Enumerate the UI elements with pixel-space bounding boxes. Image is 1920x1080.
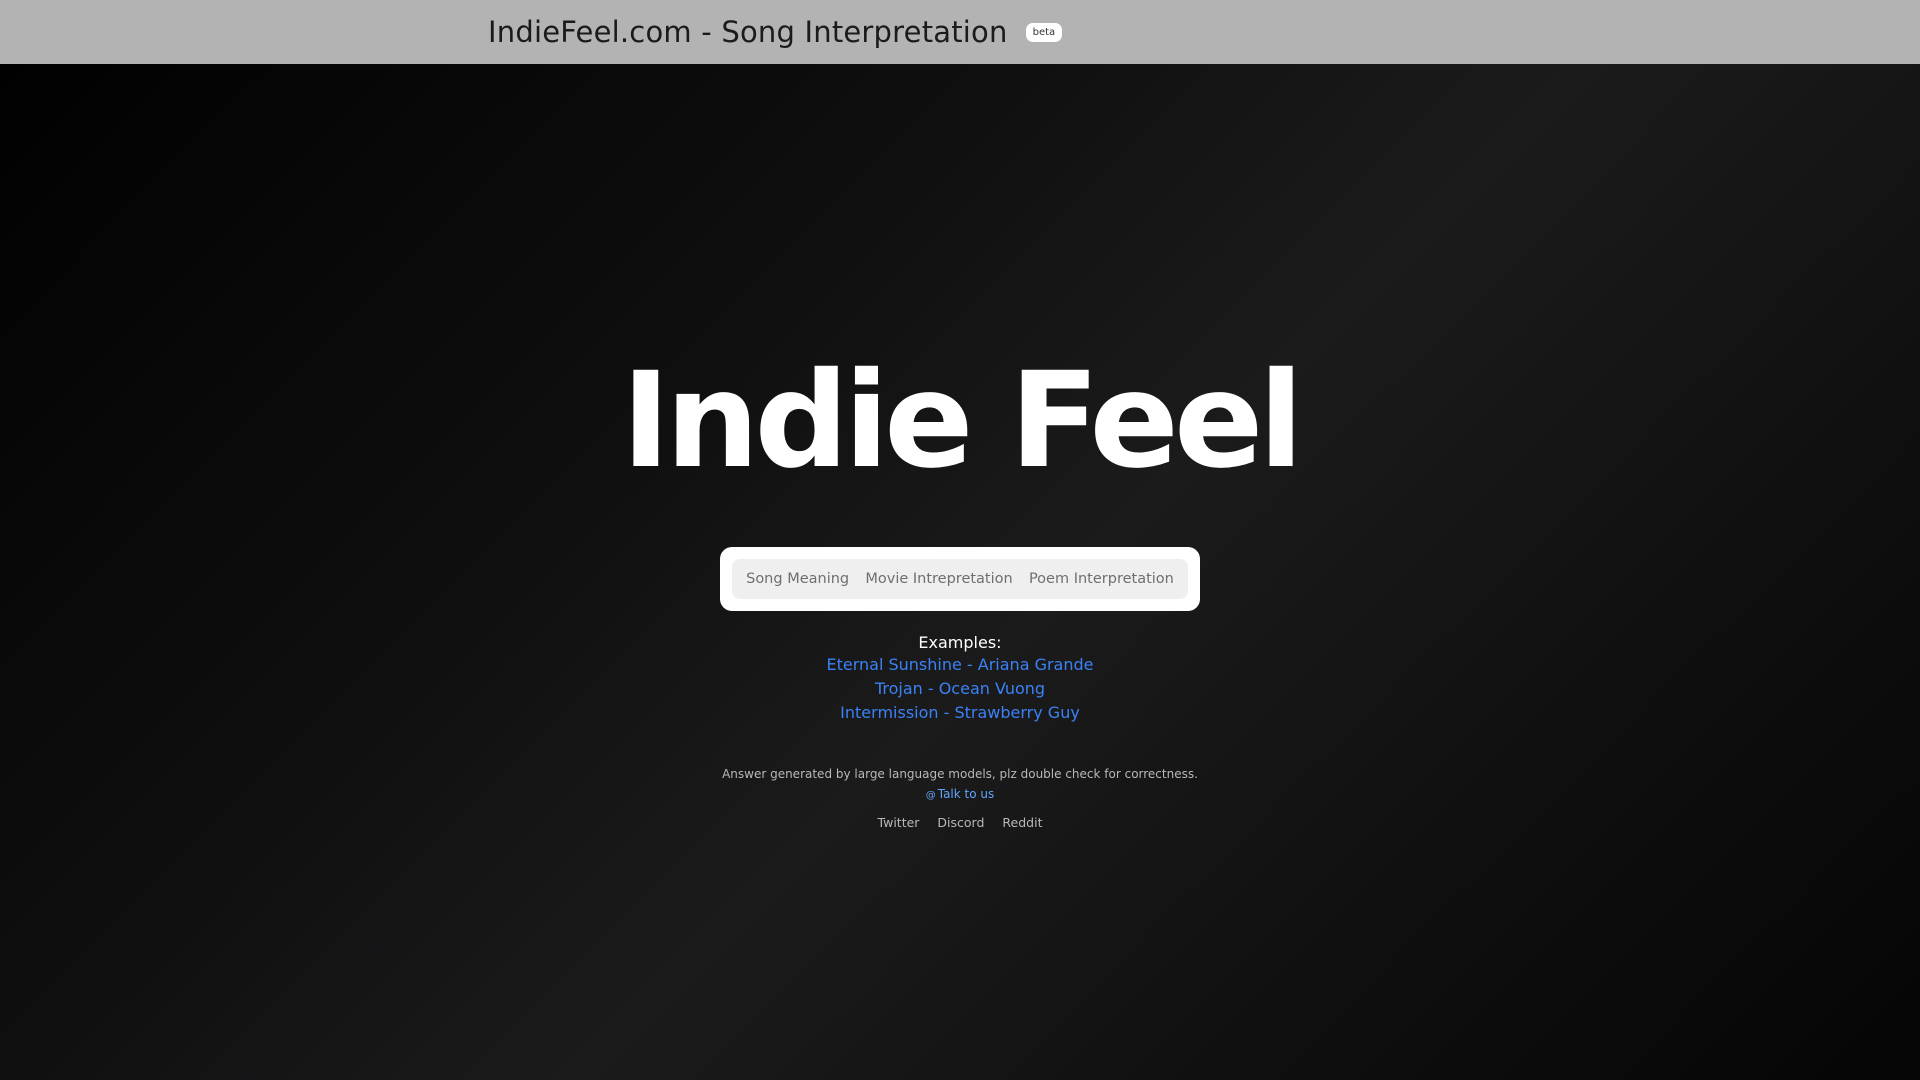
contact-row: @ Talk to us [0,787,1920,801]
examples-section: Examples: Eternal Sunshine - Ariana Gran… [0,633,1920,725]
top-bar: IndieFeel.com - Song Interpretation beta [0,0,1920,64]
disclaimer: Answer generated by large language model… [722,767,1198,781]
tab-list: Song Meaning Movie Intrepretation Poem I… [732,559,1188,599]
brand-title: Indie Feel [621,344,1303,498]
reddit-link[interactable]: Reddit [1002,815,1042,830]
social-links: Twitter Discord Reddit [0,815,1920,830]
tab-song-meaning[interactable]: Song Meaning [746,571,849,587]
beta-badge: beta [1025,22,1063,42]
discord-link[interactable]: Discord [937,815,984,830]
mode-selector: Song Meaning Movie Intrepretation Poem I… [720,547,1200,611]
talk-to-us-label: Talk to us [937,787,995,801]
examples-label: Examples: [918,633,1002,652]
example-link-intermission[interactable]: Intermission - Strawberry Guy [0,701,1920,725]
at-icon: @ [925,790,936,801]
twitter-link[interactable]: Twitter [878,815,920,830]
example-link-trojan[interactable]: Trojan - Ocean Vuong [0,677,1920,701]
hero: Indie Feel [0,355,1920,487]
talk-to-us-link[interactable]: @ Talk to us [926,787,995,801]
site-title[interactable]: IndieFeel.com - Song Interpretation [488,15,1008,49]
tab-movie-interpretation[interactable]: Movie Intrepretation [865,571,1012,587]
tab-poem-interpretation[interactable]: Poem Interpretation [1029,571,1174,587]
example-link-eternal-sunshine[interactable]: Eternal Sunshine - Ariana Grande [0,653,1920,677]
